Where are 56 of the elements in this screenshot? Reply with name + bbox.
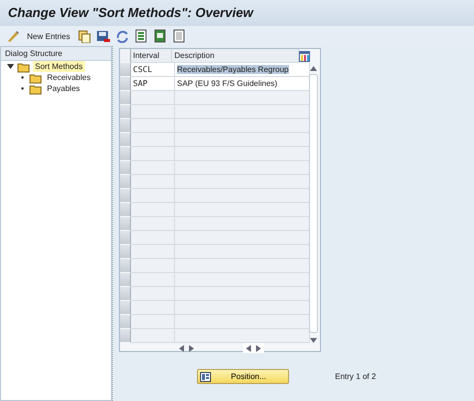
row-selector[interactable] (120, 329, 131, 343)
bullet-icon (19, 74, 26, 81)
row-selector[interactable] (120, 217, 131, 231)
tree-item[interactable]: Sort Methods (33, 61, 85, 72)
column-settings-icon[interactable] (299, 50, 310, 62)
bullet-icon (19, 85, 26, 92)
tree-item[interactable]: Receivables (45, 72, 93, 83)
select-block-icon[interactable] (153, 29, 168, 43)
window-title: Change View "Sort Methods": Overview (0, 0, 474, 26)
scroll-left-icon[interactable] (179, 344, 184, 352)
row-selector[interactable] (120, 189, 131, 203)
panel-title: Dialog Structure (1, 47, 111, 61)
scroll-right-icon[interactable] (256, 344, 261, 352)
horizontal-scrollbar[interactable] (243, 343, 264, 353)
scroll-up-icon[interactable] (310, 66, 316, 71)
row-selector[interactable] (120, 259, 131, 273)
entry-count: Entry 1 of 2 (335, 372, 376, 381)
row-selector[interactable] (120, 77, 131, 91)
row-selector[interactable] (120, 63, 131, 77)
row-selector[interactable] (120, 105, 131, 119)
pencil-icon[interactable] (6, 29, 20, 43)
column-header[interactable]: Description (172, 49, 299, 63)
position-icon (200, 372, 211, 382)
tree-item[interactable]: Payables (45, 83, 82, 94)
description-cell: SAP (EU 93 F/S Guidelines) (175, 77, 310, 91)
interval-cell: CSCL (131, 63, 175, 77)
folder-icon (29, 82, 42, 94)
expanded-icon[interactable] (7, 63, 14, 70)
copy-icon[interactable] (77, 29, 92, 43)
scroll-down-icon[interactable] (310, 338, 316, 343)
arrows-icon[interactable] (115, 29, 130, 43)
row-selector[interactable] (120, 133, 131, 147)
row-selector[interactable] (120, 231, 131, 245)
row-selector[interactable] (120, 287, 131, 301)
row-selector[interactable] (120, 203, 131, 217)
position-button[interactable]: Position... (197, 369, 289, 384)
deselect-icon[interactable] (172, 29, 186, 43)
interval-cell: SAP (131, 77, 175, 91)
row-selector[interactable] (120, 245, 131, 259)
folder-icon (29, 72, 42, 84)
select-all-corner[interactable] (120, 49, 131, 63)
row-selector[interactable] (120, 315, 131, 329)
row-selector[interactable] (120, 175, 131, 189)
scroll-right-icon[interactable] (189, 344, 194, 352)
select-all-icon[interactable] (134, 29, 148, 43)
row-selector[interactable] (120, 147, 131, 161)
row-selector[interactable] (120, 119, 131, 133)
column-header[interactable]: Interval (131, 49, 172, 63)
row-selector[interactable] (120, 161, 131, 175)
row-selector[interactable] (120, 91, 131, 105)
save-icon[interactable] (96, 29, 110, 43)
row-selector[interactable] (120, 301, 131, 315)
scroll-left-icon[interactable] (246, 344, 251, 352)
description-cell: Receivables/Payables Regroup (175, 63, 310, 77)
row-selector[interactable] (120, 273, 131, 287)
new-entries-button[interactable]: New Entries (25, 32, 72, 40)
